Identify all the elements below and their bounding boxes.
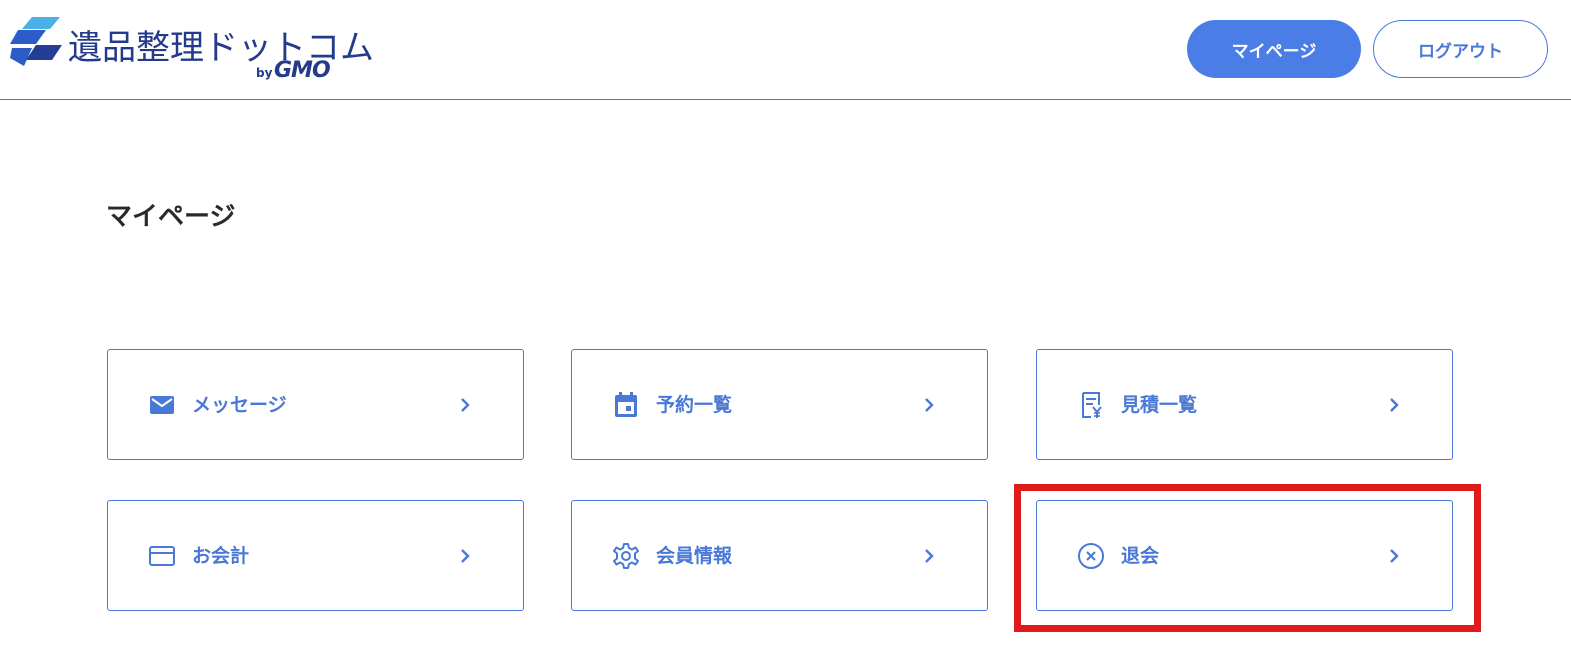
menu-card-withdraw[interactable]: 退会 (1036, 500, 1453, 611)
chevron-right-icon (461, 398, 470, 412)
receipt-yen-icon (1082, 392, 1102, 418)
chevron-right-icon (925, 398, 934, 412)
site-header: 遺品整理ドットコム by GMO マイページ ログアウト (0, 0, 1571, 100)
chevron-right-icon (461, 549, 470, 563)
menu-card-label: 見積一覧 (1121, 394, 1198, 416)
logo-mark-icon (10, 17, 62, 66)
calendar-icon (615, 392, 637, 417)
site-logo[interactable]: 遺品整理ドットコム by GMO (10, 14, 374, 84)
chevron-right-icon (1390, 398, 1399, 412)
menu-card-payment[interactable]: お会計 (107, 500, 524, 611)
chevron-right-icon (925, 549, 934, 563)
mail-icon (150, 396, 174, 414)
menu-card-estimates[interactable]: 見積一覧 (1036, 349, 1453, 460)
page-title: マイページ (106, 202, 236, 232)
logo-by-text: by (256, 66, 273, 80)
menu-card-label: 会員情報 (656, 545, 733, 567)
menu-card-label: お会計 (192, 545, 250, 567)
circle-x-icon (1078, 543, 1104, 569)
menu-card-messages[interactable]: メッセージ (107, 349, 524, 460)
mypage-button[interactable]: マイページ (1187, 20, 1361, 78)
menu-card-label: 予約一覧 (656, 394, 733, 416)
chevron-right-icon (1390, 549, 1399, 563)
logo-brand-text: GMO (274, 58, 331, 83)
menu-card-reservations[interactable]: 予約一覧 (571, 349, 988, 460)
menu-card-label: メッセージ (192, 394, 287, 416)
menu-card-member-info[interactable]: 会員情報 (571, 500, 988, 611)
gear-icon (613, 543, 639, 569)
menu-card-label: 退会 (1121, 545, 1160, 567)
credit-card-icon (149, 546, 175, 566)
logout-button[interactable]: ログアウト (1373, 20, 1548, 78)
